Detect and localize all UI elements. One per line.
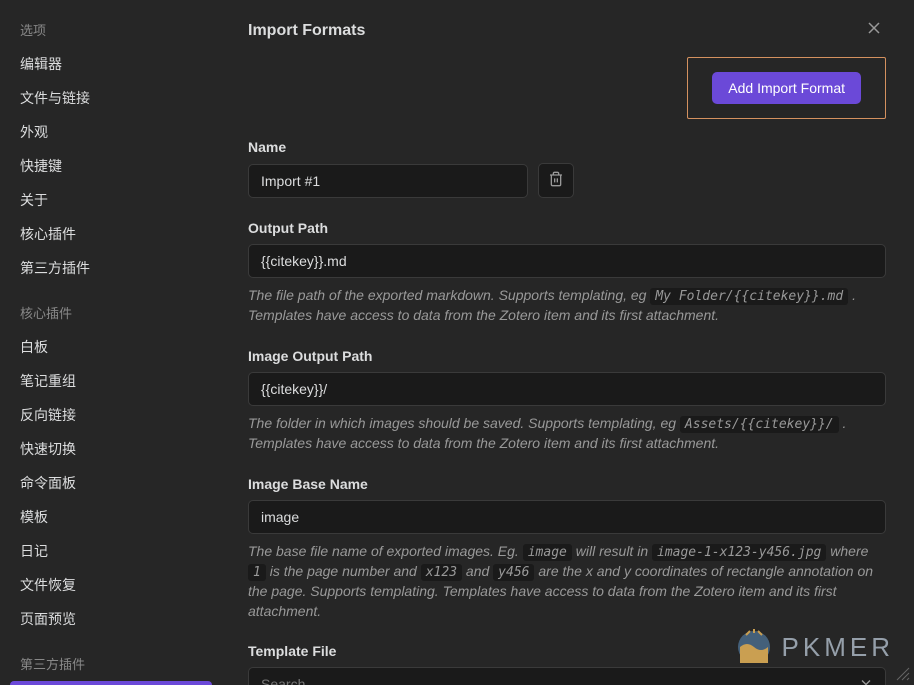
settings-sidebar: 选项 编辑器 文件与链接 外观 快捷键 关于 核心插件 第三方插件 核心插件 白… xyxy=(0,0,220,685)
sidebar-item-page-preview[interactable]: 页面预览 xyxy=(0,602,220,636)
pkmer-watermark: PKMER xyxy=(736,629,894,665)
field-image-base-name: Image Base Name The base file name of ex… xyxy=(248,476,886,622)
sidebar-section-options: 选项 xyxy=(0,12,220,47)
sidebar-item-about[interactable]: 关于 xyxy=(0,183,220,217)
panel-body: Add Import Format Name Output Path xyxy=(220,57,914,685)
pkmer-logo-icon xyxy=(736,629,772,665)
sidebar-item-editor[interactable]: 编辑器 xyxy=(0,47,220,81)
sidebar-item-backlinks[interactable]: 反向链接 xyxy=(0,398,220,432)
main-content: New tab Import Formats Add Import Format… xyxy=(220,0,914,685)
pkmer-watermark-text: PKMER xyxy=(782,632,894,663)
template-file-search-input[interactable] xyxy=(248,667,886,685)
add-import-format-highlight: Add Import Format xyxy=(687,57,886,119)
sidebar-item-hotkeys[interactable]: 快捷键 xyxy=(0,149,220,183)
close-icon[interactable] xyxy=(862,16,886,45)
output-path-label: Output Path xyxy=(248,220,886,236)
image-base-name-help: The base file name of exported images. E… xyxy=(248,542,886,622)
sidebar-item-daily-notes[interactable]: 日记 xyxy=(0,534,220,568)
sidebar-item-file-recovery[interactable]: 文件恢复 xyxy=(0,568,220,602)
delete-format-button[interactable] xyxy=(538,163,574,198)
sidebar-item-community-plugins-link[interactable]: 第三方插件 xyxy=(0,251,220,285)
sidebar-section-community-plugins: 第三方插件 xyxy=(0,646,220,681)
field-output-path: Output Path The file path of the exporte… xyxy=(248,220,886,326)
output-path-input[interactable] xyxy=(248,244,886,278)
sidebar-item-canvas[interactable]: 白板 xyxy=(0,330,220,364)
resize-handle-icon[interactable] xyxy=(896,667,910,681)
image-base-name-label: Image Base Name xyxy=(248,476,886,492)
sidebar-item-templates[interactable]: 模板 xyxy=(0,500,220,534)
trash-icon xyxy=(548,171,564,190)
panel-title: Import Formats xyxy=(248,22,365,40)
sidebar-item-zotero-integration[interactable]: Zotero Integration xyxy=(10,681,212,685)
image-base-name-input[interactable] xyxy=(248,500,886,534)
sidebar-item-files-links[interactable]: 文件与链接 xyxy=(0,81,220,115)
name-label: Name xyxy=(248,139,886,155)
field-name: Name xyxy=(248,139,886,198)
image-output-path-input[interactable] xyxy=(248,372,886,406)
sidebar-item-core-plugins-link[interactable]: 核心插件 xyxy=(0,217,220,251)
panel-header: Import Formats xyxy=(220,0,914,57)
sidebar-item-command-palette[interactable]: 命令面板 xyxy=(0,466,220,500)
add-import-format-button[interactable]: Add Import Format xyxy=(712,72,861,104)
sidebar-item-note-composer[interactable]: 笔记重组 xyxy=(0,364,220,398)
output-path-help: The file path of the exported markdown. … xyxy=(248,286,886,326)
image-output-path-help: The folder in which images should be sav… xyxy=(248,414,886,454)
import-formats-panel: Import Formats Add Import Format Name xyxy=(220,0,914,685)
sidebar-section-core-plugins: 核心插件 xyxy=(0,295,220,330)
sidebar-item-quick-switcher[interactable]: 快速切换 xyxy=(0,432,220,466)
field-image-output-path: Image Output Path The folder in which im… xyxy=(248,348,886,454)
image-output-path-label: Image Output Path xyxy=(248,348,886,364)
sidebar-item-appearance[interactable]: 外观 xyxy=(0,115,220,149)
name-input[interactable] xyxy=(248,164,528,198)
